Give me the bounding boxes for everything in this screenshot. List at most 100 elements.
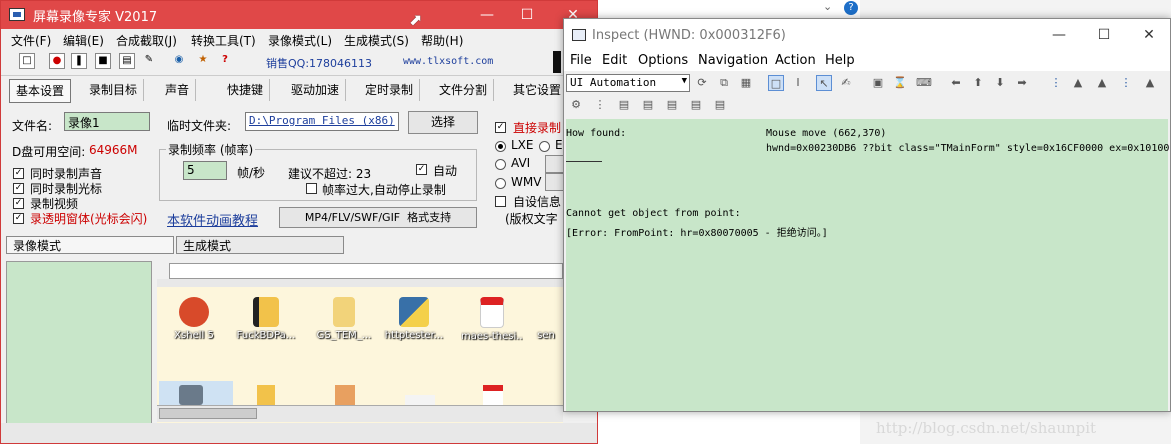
caret-icon[interactable]: I: [790, 75, 806, 91]
auto-fps-checkbox[interactable]: ✓: [416, 164, 427, 175]
menu-edit[interactable]: 编辑(E): [63, 32, 104, 49]
mode-dropdown[interactable]: UI Automation ▼: [566, 74, 690, 92]
minimize-button[interactable]: —: [1039, 25, 1079, 45]
tool-icon-6[interactable]: ▤: [688, 97, 704, 113]
menu-compose[interactable]: 合成截取(J): [116, 32, 177, 49]
tab-generate-mode[interactable]: 生成模式: [176, 236, 344, 254]
arrow-up-icon[interactable]: ⬆: [970, 75, 986, 91]
menu-action[interactable]: Action: [775, 53, 816, 68]
menu-edit[interactable]: Edit: [602, 53, 627, 68]
menu-generate-mode[interactable]: 生成模式(S): [344, 32, 409, 49]
gift-icon[interactable]: ★: [195, 53, 211, 69]
desktop-icon-xshell[interactable]: Xshell 5: [163, 297, 225, 341]
arrow-down-icon[interactable]: ⬇: [992, 75, 1008, 91]
tutorial-link[interactable]: 本软件动画教程: [167, 210, 258, 229]
tree-icon[interactable]: ▦: [738, 75, 754, 91]
printer-icon[interactable]: [179, 385, 203, 405]
menu-convert[interactable]: 转换工具(T): [191, 32, 256, 49]
format-avi-radio[interactable]: [495, 159, 506, 170]
tree-sibling-icon[interactable]: ▲: [1070, 75, 1086, 91]
tool-icon-2[interactable]: ⋮: [592, 97, 608, 113]
custom-info-checkbox[interactable]: [495, 196, 506, 207]
format-support-button[interactable]: MP4/FLV/SWF/GIF 格式支持: [279, 207, 477, 228]
menu-help[interactable]: 帮助(H): [421, 32, 463, 49]
rectangle-highlight-icon[interactable]: □: [768, 75, 784, 91]
question-icon[interactable]: ?: [217, 53, 233, 69]
minimize-button[interactable]: —: [467, 5, 507, 25]
record-cursor-checkbox[interactable]: ✓: [13, 183, 24, 194]
select-folder-button[interactable]: 选择: [408, 111, 478, 134]
stop-icon[interactable]: ■: [95, 53, 111, 69]
chevron-down-icon[interactable]: ⌄: [823, 0, 832, 13]
brush-icon[interactable]: ✎: [141, 53, 157, 69]
format-wmv-radio[interactable]: [495, 178, 506, 189]
hover-icon[interactable]: ✍: [838, 75, 854, 91]
close-button[interactable]: ✕: [1129, 25, 1169, 45]
maximize-button[interactable]: ☐: [507, 5, 547, 25]
tab-record-target[interactable]: 录制目标: [83, 79, 145, 101]
fps-field[interactable]: 5: [183, 161, 227, 180]
tab-record-mode[interactable]: 录像模式: [6, 236, 174, 254]
globe-icon[interactable]: ◉: [171, 53, 187, 69]
pause-icon[interactable]: ❚: [71, 53, 87, 69]
desktop-icon-partial[interactable]: sen: [529, 297, 563, 341]
menu-file[interactable]: File: [570, 53, 592, 68]
tool-icon-3[interactable]: ▤: [616, 97, 632, 113]
menu-file[interactable]: 文件(F): [11, 32, 51, 49]
arrow-left-icon[interactable]: ⬅: [948, 75, 964, 91]
scroll-thumb[interactable]: [159, 408, 257, 419]
recordings-list[interactable]: [6, 261, 152, 443]
copy-icon[interactable]: ⧉: [716, 75, 732, 91]
refresh-icon[interactable]: ⟳: [694, 75, 710, 91]
website-link[interactable]: www.tlxsoft.com: [403, 56, 493, 67]
desktop-icon-pdf[interactable]: maes-thesi...: [461, 297, 523, 342]
desktop-icon-python[interactable]: httptester...: [383, 297, 445, 341]
temp-folder-field[interactable]: D:\Program Files (x86): [245, 112, 399, 131]
matlab-icon[interactable]: [335, 385, 355, 407]
cursor-tracking-icon[interactable]: ↖: [816, 75, 832, 91]
path-bar[interactable]: [169, 263, 563, 279]
desktop-icon-folder-2[interactable]: GS_TEM_...: [313, 297, 375, 341]
horizontal-scrollbar[interactable]: [157, 405, 563, 422]
tool-icon-4[interactable]: ▤: [640, 97, 656, 113]
desktop-icon-folder-1[interactable]: FuckBDPa...: [235, 297, 297, 341]
tab-file-split[interactable]: 文件分割: [433, 79, 495, 101]
tree-parent-icon[interactable]: ⋮: [1048, 75, 1064, 91]
record-transparent-checkbox[interactable]: ✓: [13, 213, 24, 224]
tool-icon-7[interactable]: ▤: [712, 97, 728, 113]
menu-options[interactable]: Options: [638, 53, 688, 68]
tree-child-icon[interactable]: ▲: [1094, 75, 1110, 91]
tab-timed-record[interactable]: 定时录制: [359, 79, 421, 101]
settings-icon[interactable]: ⚙: [568, 97, 584, 113]
record-sound-checkbox[interactable]: ✓: [13, 168, 24, 179]
folder-icon[interactable]: [257, 385, 275, 407]
maximize-button[interactable]: ☐: [1084, 25, 1124, 45]
tab-other-settings[interactable]: 其它设置: [507, 79, 567, 101]
file-name-field[interactable]: 录像1: [64, 112, 150, 131]
keyboard-icon[interactable]: ⌨: [916, 75, 932, 91]
record-icon[interactable]: ●: [49, 53, 65, 69]
tab-sound[interactable]: 声音: [159, 79, 197, 101]
inspect-output[interactable]: How found: Mouse move (662,370) hwnd=0x0…: [566, 119, 1169, 411]
tab-hotkeys[interactable]: 快捷键: [221, 79, 271, 101]
wmv-settings-button[interactable]: [545, 173, 565, 191]
inspect-titlebar[interactable]: Inspect (HWND: 0x000312F6) — ☐ ✕: [564, 19, 1170, 51]
format-lxe-radio[interactable]: [495, 141, 506, 152]
focus-icon[interactable]: ▣: [870, 75, 886, 91]
tab-driver-accel[interactable]: 驱动加速: [285, 79, 347, 101]
record-video-checkbox[interactable]: ✓: [13, 198, 24, 209]
hourglass-icon[interactable]: ⌛: [892, 75, 908, 91]
menu-record-mode[interactable]: 录像模式(L): [268, 32, 332, 49]
auto-stop-checkbox[interactable]: [306, 183, 317, 194]
menu-navigation[interactable]: Navigation: [698, 53, 768, 68]
arrow-right-icon[interactable]: ➡: [1014, 75, 1030, 91]
avi-settings-button[interactable]: [545, 155, 565, 173]
new-icon[interactable]: □: [19, 53, 35, 69]
help-icon[interactable]: ?: [844, 1, 858, 15]
tree-collapse-icon[interactable]: ▲: [1142, 75, 1158, 91]
format-e-radio[interactable]: [539, 141, 550, 152]
menu-help[interactable]: Help: [825, 53, 855, 68]
window-icon[interactable]: ▤: [119, 53, 135, 69]
tree-expand-icon[interactable]: ⋮: [1118, 75, 1134, 91]
tool-icon-5[interactable]: ▤: [664, 97, 680, 113]
